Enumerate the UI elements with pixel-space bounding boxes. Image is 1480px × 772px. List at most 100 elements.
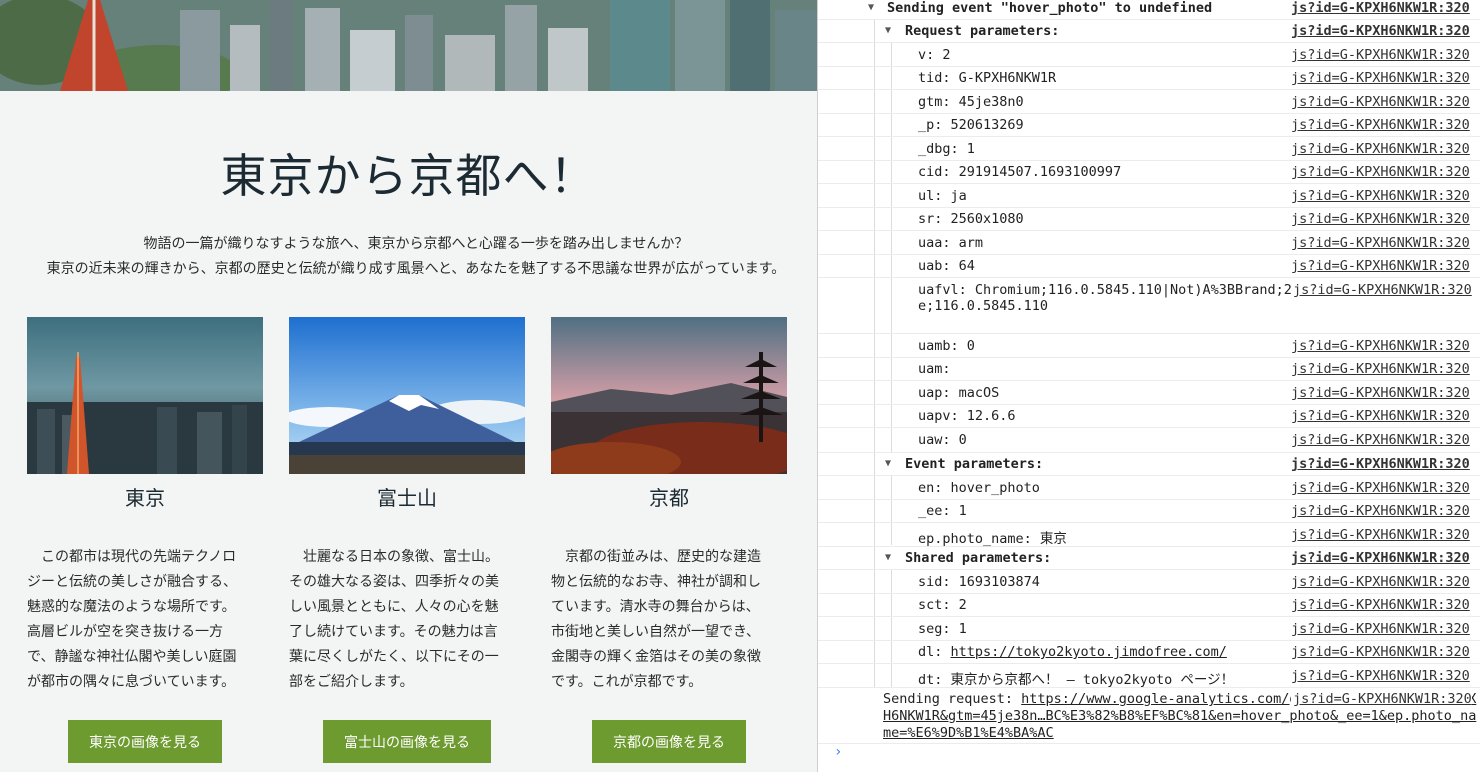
- param-text: ul: ja: [918, 188, 967, 204]
- expand-triangle-icon[interactable]: ▼: [868, 2, 874, 13]
- param-row-dl: dl: https://tokyo2kyoto.jimdofree.com/ j…: [818, 641, 1480, 664]
- view-tokyo-images-button[interactable]: 東京の画像を見る: [68, 720, 222, 763]
- param-row: v: 2 js?id=G-KPXH6NKW1R:320: [818, 43, 1480, 67]
- source-link[interactable]: js?id=G-KPXH6NKW1R:320: [1291, 456, 1470, 472]
- param-row: dt: 東京から京都へ！ – tokyo2kyoto ページ！ js?id=G-…: [818, 664, 1480, 688]
- param-row: cid: 291914507.1693100997 js?id=G-KPXH6N…: [818, 161, 1480, 184]
- param-text: ep.photo_name: 東京: [918, 531, 1067, 547]
- shared-parameters-group[interactable]: ▼ Shared parameters: js?id=G-KPXH6NKW1R:…: [818, 547, 1480, 570]
- param-text: uamb: 0: [918, 338, 975, 354]
- source-link[interactable]: js?id=G-KPXH6NKW1R:320: [1291, 408, 1470, 424]
- hero-cityscape-image: [0, 0, 817, 91]
- source-link[interactable]: js?id=G-KPXH6NKW1R:320: [1291, 235, 1470, 251]
- source-link[interactable]: js?id=G-KPXH6NKW1R:320: [1291, 23, 1470, 39]
- source-link[interactable]: js?id=G-KPXH6NKW1R:320: [1291, 361, 1470, 377]
- request-label: Sending request:: [883, 691, 1022, 707]
- console-event-line[interactable]: ▼ Sending event "hover_photo" to undefin…: [818, 0, 1480, 20]
- expand-triangle-icon[interactable]: ▼: [885, 552, 891, 563]
- param-text: dt: 東京から京都へ！ – tokyo2kyoto ページ！: [918, 672, 1235, 688]
- source-link[interactable]: js?id=G-KPXH6NKW1R:320: [1291, 211, 1470, 227]
- expand-triangle-icon[interactable]: ▼: [885, 25, 891, 36]
- card-description-fuji: 壮麗なる日本の象徴、富士山。その雄大なる姿は、四季折々の美しい風景とともに、人々…: [289, 549, 499, 690]
- view-kyoto-images-button[interactable]: 京都の画像を見る: [592, 720, 746, 763]
- param-row: uamb: 0 js?id=G-KPXH6NKW1R:320: [818, 334, 1480, 358]
- source-link[interactable]: js?id=G-KPXH6NKW1R:320: [1291, 621, 1470, 637]
- kyoto-photo[interactable]: [551, 317, 787, 474]
- source-link[interactable]: js?id=G-KPXH6NKW1R:320: [1291, 47, 1470, 63]
- param-text: gtm: 45je38n0: [918, 94, 1024, 110]
- expand-triangle-icon[interactable]: ▼: [885, 458, 891, 469]
- source-link[interactable]: js?id=G-KPXH6NKW1R:320: [1291, 164, 1470, 180]
- event-parameters-header: Event parameters:: [905, 456, 1044, 472]
- param-row: uab: 64 js?id=G-KPXH6NKW1R:320: [818, 255, 1480, 278]
- param-row: gtm: 45je38n0 js?id=G-KPXH6NKW1R:320: [818, 90, 1480, 114]
- param-row-uafvl: uafvl: Chromium;116.0.5845.110|Not)A%3BB…: [818, 278, 1480, 334]
- param-text: dl: https://tokyo2kyoto.jimdofree.com/: [918, 644, 1227, 660]
- source-link[interactable]: js?id=G-KPXH6NKW1R:320: [1291, 282, 1472, 298]
- param-row: uam: js?id=G-KPXH6NKW1R:320: [818, 358, 1480, 381]
- param-row: uaa: arm js?id=G-KPXH6NKW1R:320: [818, 231, 1480, 255]
- source-link[interactable]: js?id=G-KPXH6NKW1R:320: [1291, 70, 1470, 86]
- param-text: tid: G-KPXH6NKW1R: [918, 70, 1057, 86]
- source-link[interactable]: js?id=G-KPXH6NKW1R:320: [1291, 574, 1470, 590]
- card-title-kyoto: 京都: [649, 486, 689, 510]
- mount-fuji-photo[interactable]: [289, 317, 525, 474]
- request-parameters-header: Request parameters:: [905, 23, 1060, 39]
- card-title-tokyo: 東京: [125, 486, 165, 510]
- intro-text-line-1: 物語の一篇が織りなすような旅へ、東京から京都へと心躍る一歩を踏み出しませんか？: [143, 236, 689, 252]
- param-row: ep.photo_name: 東京 js?id=G-KPXH6NKW1R:320: [818, 523, 1480, 547]
- card-title-fuji: 富士山: [377, 486, 437, 510]
- param-text: uap: macOS: [918, 385, 1000, 401]
- source-link[interactable]: js?id=G-KPXH6NKW1R:320: [1291, 550, 1470, 566]
- param-text: _dbg: 1: [918, 141, 975, 157]
- param-text: sr: 2560x1080: [918, 211, 1024, 227]
- shared-parameters-header: Shared parameters:: [905, 550, 1052, 566]
- source-link[interactable]: js?id=G-KPXH6NKW1R:320: [1291, 0, 1470, 16]
- intro-text-line-2: 東京の近未来の輝きから、京都の歴史と伝統が織り成す風景へと、あなたを魅了する不思…: [46, 261, 786, 277]
- param-text: v: 2: [918, 47, 951, 63]
- param-text: en: hover_photo: [918, 480, 1040, 496]
- card-description-tokyo: この都市は現代の先端テクノロジーと伝統の美しさが融合する、魅惑的な魔法のような場…: [27, 549, 237, 690]
- dl-url-link[interactable]: https://tokyo2kyoto.jimdofree.com/: [951, 644, 1227, 660]
- param-row: sid: 1693103874 js?id=G-KPXH6NKW1R:320: [818, 570, 1480, 594]
- param-text: uaw: 0: [918, 432, 967, 448]
- dl-label: dl:: [918, 644, 951, 660]
- source-link[interactable]: js?id=G-KPXH6NKW1R:320: [1291, 527, 1470, 543]
- source-link[interactable]: js?id=G-KPXH6NKW1R:320: [1291, 432, 1470, 448]
- source-link[interactable]: js?id=G-KPXH6NKW1R:320: [1291, 188, 1470, 204]
- param-row: uapv: 12.6.6 js?id=G-KPXH6NKW1R:320: [818, 405, 1480, 428]
- param-text: _ee: 1: [918, 503, 967, 519]
- source-link[interactable]: js?id=G-KPXH6NKW1R:320: [1291, 258, 1470, 274]
- event-message: Sending event "hover_photo" to undefined: [887, 0, 1213, 16]
- param-text: seg: 1: [918, 621, 967, 637]
- source-link[interactable]: js?id=G-KPXH6NKW1R:320: [1291, 644, 1470, 660]
- page-title: 東京から京都へ！: [220, 149, 597, 203]
- source-link[interactable]: js?id=G-KPXH6NKW1R:320: [1291, 117, 1470, 133]
- console-prompt-chevron-icon[interactable]: ›: [834, 744, 842, 760]
- param-row: tid: G-KPXH6NKW1R js?id=G-KPXH6NKW1R:320: [818, 67, 1480, 90]
- param-row: _ee: 1 js?id=G-KPXH6NKW1R:320: [818, 500, 1480, 523]
- source-link[interactable]: js?id=G-KPXH6NKW1R:320: [1291, 338, 1470, 354]
- source-link[interactable]: js?id=G-KPXH6NKW1R:320: [1291, 94, 1470, 110]
- source-link[interactable]: js?id=G-KPXH6NKW1R:320: [1291, 503, 1470, 519]
- devtools-console: ▼ Sending event "hover_photo" to undefin…: [818, 0, 1480, 772]
- source-link[interactable]: js?id=G-KPXH6NKW1R:320: [1291, 668, 1470, 684]
- param-text: uam:: [918, 361, 951, 377]
- source-link[interactable]: js?id=G-KPXH6NKW1R:320: [1291, 691, 1472, 707]
- param-text: cid: 291914507.1693100997: [918, 164, 1122, 180]
- source-link[interactable]: js?id=G-KPXH6NKW1R:320: [1291, 141, 1470, 157]
- param-row: sct: 2 js?id=G-KPXH6NKW1R:320: [818, 594, 1480, 617]
- source-link[interactable]: js?id=G-KPXH6NKW1R:320: [1291, 385, 1470, 401]
- view-fuji-images-button[interactable]: 富士山の画像を見る: [323, 720, 491, 763]
- param-text: uab: 64: [918, 258, 975, 274]
- request-parameters-group[interactable]: ▼ Request parameters: js?id=G-KPXH6NKW1R…: [818, 20, 1480, 43]
- source-link[interactable]: js?id=G-KPXH6NKW1R:320: [1291, 480, 1470, 496]
- param-text: _p: 520613269: [918, 117, 1024, 133]
- event-parameters-group[interactable]: ▼ Event parameters: js?id=G-KPXH6NKW1R:3…: [818, 453, 1480, 476]
- tokyo-photo[interactable]: [27, 317, 263, 474]
- param-row: _p: 520613269 js?id=G-KPXH6NKW1R:320: [818, 114, 1480, 137]
- card-description-kyoto: 京都の街並みは、歴史的な建造物と伝統的なお寺、神社が調和しています。清水寺の舞台…: [551, 549, 761, 690]
- param-row: sr: 2560x1080 js?id=G-KPXH6NKW1R:320: [818, 208, 1480, 231]
- source-link[interactable]: js?id=G-KPXH6NKW1R:320: [1291, 597, 1470, 613]
- param-text: uaa: arm: [918, 235, 984, 251]
